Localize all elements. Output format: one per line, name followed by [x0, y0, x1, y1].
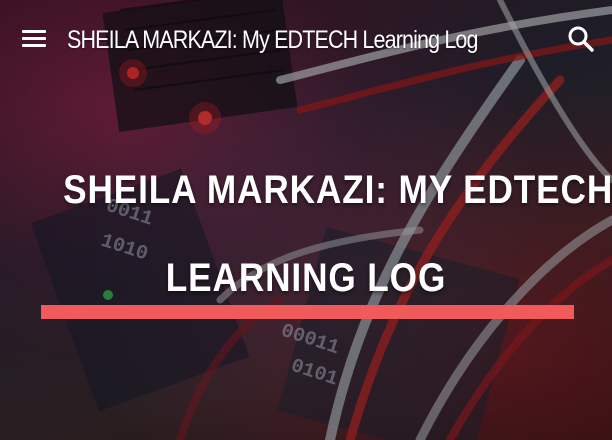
search-icon	[568, 26, 594, 52]
page-heading: SHEILA MARKAZI: MY EDTECH LEARNING LOG	[30, 146, 612, 322]
page-heading-container: SHEILA MARKAZI: MY EDTECH LEARNING LOG	[30, 146, 612, 322]
heading-accent-bar	[41, 305, 574, 319]
hamburger-menu-icon-bar	[22, 37, 46, 40]
hamburger-menu-icon-bar	[22, 44, 46, 47]
top-app-bar: SHEILA MARKAZI: My EDTECH Learning Log	[0, 0, 612, 80]
hamburger-menu-icon	[22, 30, 46, 33]
search-button[interactable]	[566, 24, 596, 54]
navigation-menu-button[interactable]	[18, 26, 50, 52]
site-title-link[interactable]: SHEILA MARKAZI: My EDTECH Learning Log	[67, 20, 478, 60]
page-heading-line-1: SHEILA MARKAZI: MY EDTECH	[63, 168, 612, 212]
